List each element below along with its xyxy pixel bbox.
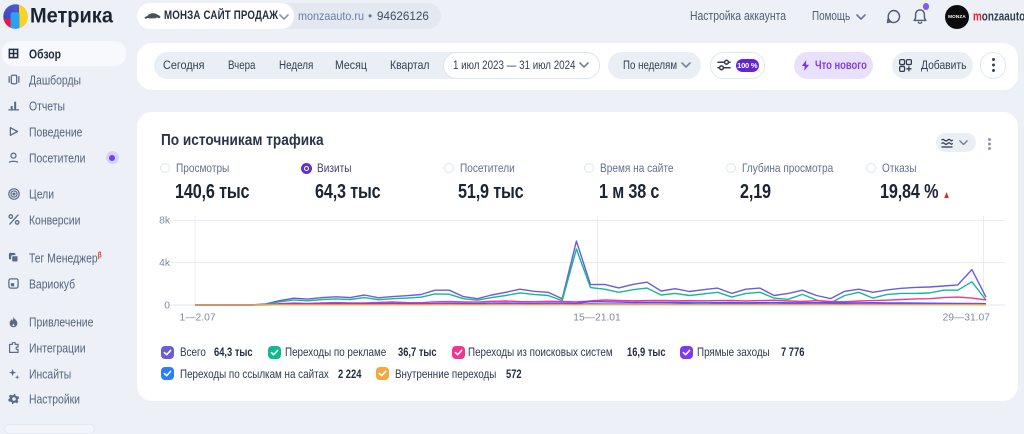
svg-text:4k: 4k xyxy=(159,258,171,269)
svg-text:0: 0 xyxy=(164,301,170,312)
svg-text:29—31.07: 29—31.07 xyxy=(942,313,990,324)
svg-text:8k: 8k xyxy=(159,216,171,227)
svg-text:1—2.07: 1—2.07 xyxy=(180,313,216,324)
svg-text:15—21.01: 15—21.01 xyxy=(573,313,621,324)
